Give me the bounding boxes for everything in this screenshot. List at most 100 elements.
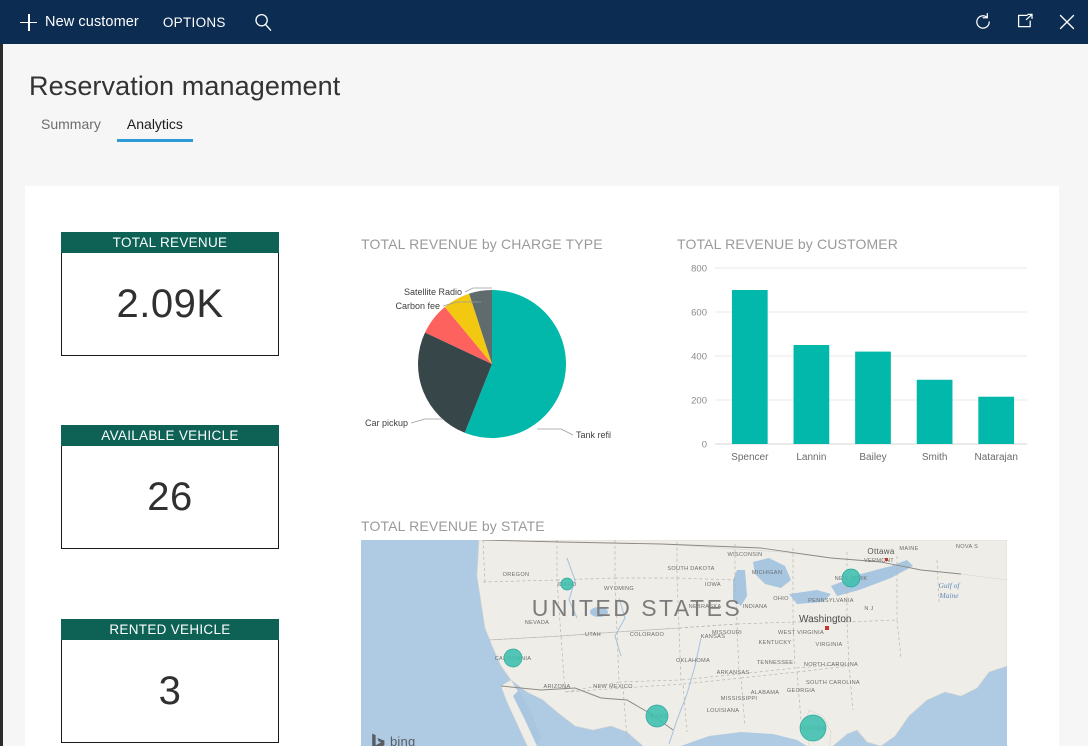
command-bar: New customer OPTIONS [0,0,1088,44]
map-svg: OREGONIDAHOWYOMINGSOUTH DAKOTAWISCONSINM… [361,540,1007,746]
x-tick-label-lannin: Lannin [796,452,826,463]
map-label-ohio: OHIO [773,596,789,602]
pie-chart-svg: Satellite Radio Carbon fee Car pickup Ta… [361,236,611,446]
tab-strip: Summary Analytics [29,116,1088,142]
kpi-body: 3 [61,640,279,743]
kpi-tile-total-revenue[interactable]: TOTAL REVENUE 2.09K [61,232,279,356]
search-button[interactable] [240,0,287,44]
map-bubble-california[interactable] [504,649,522,667]
bar-chart-y-axis: 0200400600800 [691,264,707,451]
map-label-michigan: MICHIGAN [752,570,782,576]
plus-icon [20,14,37,31]
pie-label-tank-refill: Tank refill [576,430,611,440]
kpi-body: 26 [61,446,279,549]
map-label-oregon: OREGON [503,572,530,578]
tab-summary[interactable]: Summary [31,116,111,142]
map-visual[interactable]: TOTAL REVENUE by STATE [361,518,1007,746]
map-label-colorado: COLORADO [630,632,665,638]
page-header: Reservation management Summary Analytics [3,44,1088,142]
map-label-nova-s: NOVA S [956,544,978,550]
map-country-label: UNITED STATES [532,595,743,621]
bing-label: bing [390,734,415,746]
bing-icon [371,733,386,746]
map-canvas[interactable]: OREGONIDAHOWYOMINGSOUTH DAKOTAWISCONSINM… [361,540,1007,746]
map-label-south-dakota: SOUTH DAKOTA [667,566,714,572]
kpi-value: 2.09K [116,282,223,327]
map-ottawa-marker [885,558,888,561]
kpi-body: 2.09K [61,253,279,356]
map-label-iowa: IOWA [705,582,721,588]
map-capital-label: Washington [799,614,851,625]
map-label-south-carolina: SOUTH CAROLINA [806,680,860,686]
map-bubble-florida[interactable] [800,715,826,741]
kpi-tile-available-vehicle[interactable]: AVAILABLE VEHICLE 26 [61,425,279,549]
bar-smith[interactable] [917,380,953,444]
bar-chart-svg: 0200400600800 SpencerLanninBaileySmithNa… [677,258,1029,476]
y-tick-label-0: 0 [702,440,707,451]
tab-analytics[interactable]: Analytics [117,116,193,142]
map-label-virginia: VIRGINIA [816,642,843,648]
kpi-value: 26 [147,475,193,520]
bar-chart-title: TOTAL REVENUE by CUSTOMER [677,236,898,252]
bar-chart-visual[interactable]: TOTAL REVENUE by CUSTOMER 0200400600800 … [677,236,1029,476]
bar-lannin[interactable] [794,345,830,444]
map-water-label-gulf-of-maine: Gulf of [938,581,960,590]
bing-logo: bing [371,733,415,746]
map-label-maine: MAINE [899,546,918,552]
map-capital-marker [825,626,829,630]
map-label-arkansas: ARKANSAS [717,670,750,676]
popout-button[interactable] [1004,0,1046,44]
x-tick-label-bailey: Bailey [859,452,886,463]
pie-label-car-pickup: Car pickup [365,418,408,428]
y-tick-label-400: 400 [691,352,707,363]
options-button[interactable]: OPTIONS [149,0,240,44]
refresh-icon [973,12,993,32]
map-label-north-carolina: NORTH CAROLINA [804,662,858,668]
kpi-title: TOTAL REVENUE [61,232,279,253]
analytics-card: TOTAL REVENUE 2.09K AVAILABLE VEHICLE 26… [25,186,1059,746]
map-label-pennsylvania: PENNSYLVANIA [808,598,854,604]
map-label-wisconsin: WISCONSIN [727,552,762,558]
map-label-oklahoma: OKLAHOMA [676,658,710,664]
map-label-kentucky: KENTUCKY [759,640,792,646]
search-icon [254,13,273,32]
x-tick-label-spencer: Spencer [731,452,769,463]
map-label-mississippi: MISSISSIPPI [721,696,758,702]
pie-chart-visual[interactable]: TOTAL REVENUE by CHARGE TYPE Satellite R… [361,236,611,446]
command-bar-right [962,0,1088,44]
x-tick-label-natarajan: Natarajan [975,452,1018,463]
map-label-west-virginia: WEST VIRGINIA [778,630,824,636]
map-label-n-j: N J [864,606,873,612]
new-customer-label: New customer [45,14,139,30]
popout-icon [1015,12,1035,32]
close-button[interactable] [1046,0,1088,44]
map-label-arizona: ARIZONA [544,684,571,690]
command-bar-left: New customer OPTIONS [0,0,287,44]
bar-bailey[interactable] [855,352,891,444]
refresh-button[interactable] [962,0,1004,44]
map-title: TOTAL REVENUE by STATE [361,518,545,534]
leader-line-car-pickup [411,419,443,423]
kpi-value: 3 [159,669,182,714]
map-label-tennessee: TENNESSEE [757,660,794,666]
close-icon [1056,11,1078,33]
map-water-label-gulf-of-maine-2: Maine [938,591,959,600]
map-bubble-texas[interactable] [646,705,668,727]
map-label-louisiana: LOUISIANA [707,708,740,714]
kpi-tile-rented-vehicle[interactable]: RENTED VEHICLE 3 [61,619,279,743]
map-label-wyoming: WYOMING [604,586,634,592]
new-customer-button[interactable]: New customer [10,0,149,44]
map-label-indiana: INDIANA [743,604,768,610]
y-tick-label-200: 200 [691,396,707,407]
map-city-ottawa: Ottawa [867,547,894,556]
map-label-utah: UTAH [585,632,601,638]
map-bubble-idaho[interactable] [561,578,573,590]
bar-chart-x-axis: SpencerLanninBaileySmithNatarajan [731,452,1018,463]
map-bubble-new-york[interactable] [842,569,860,587]
kpi-title: AVAILABLE VEHICLE [61,425,279,446]
page-body: Reservation management Summary Analytics… [0,44,1088,746]
map-label-missouri: MISSOURI [712,630,742,636]
pie-slices [418,290,566,438]
bar-spencer[interactable] [732,290,768,444]
bar-natarajan[interactable] [978,397,1014,444]
